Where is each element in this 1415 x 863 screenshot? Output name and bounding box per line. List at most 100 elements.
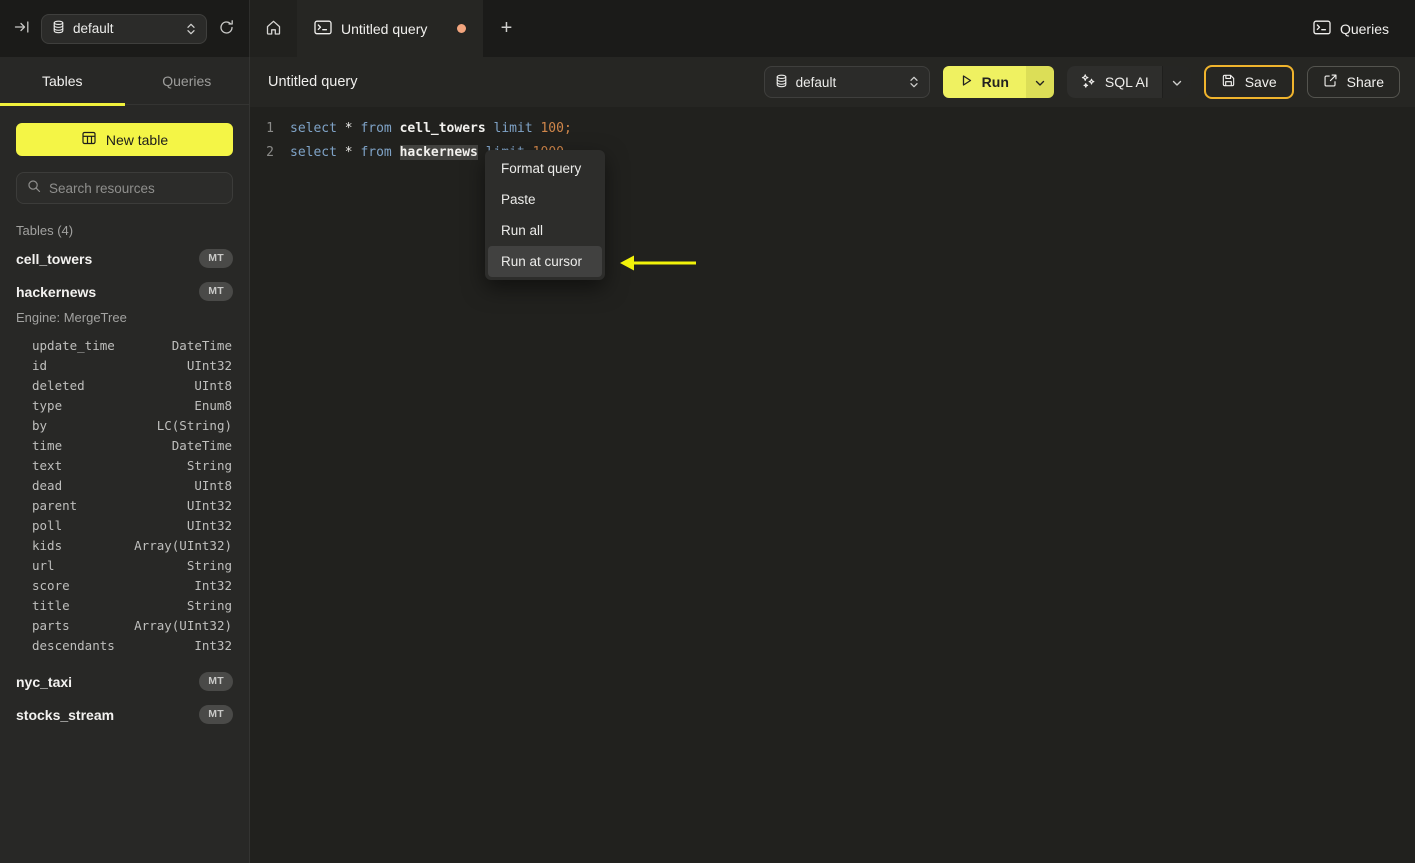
home-button[interactable] — [250, 0, 297, 57]
column-name: kids — [32, 537, 63, 553]
menu-item-format-query[interactable]: Format query — [488, 153, 602, 184]
save-button[interactable]: Save — [1203, 65, 1294, 99]
search-input[interactable] — [49, 180, 222, 196]
column-name: update_time — [32, 337, 115, 353]
database-selector-topbar[interactable]: default — [41, 13, 207, 44]
sql-ai-label: SQL AI — [1104, 74, 1149, 90]
chevron-up-down-icon — [909, 75, 919, 89]
column-row[interactable]: url String — [32, 555, 232, 575]
column-row[interactable]: type Enum8 — [32, 395, 232, 415]
column-name: score — [32, 577, 70, 593]
column-type: Array(UInt32) — [134, 537, 232, 553]
play-icon — [960, 74, 973, 90]
table-row-cell-towers[interactable]: cell_towers MT — [0, 242, 249, 275]
share-icon — [1323, 73, 1338, 91]
terminal-icon — [314, 20, 332, 38]
code-line[interactable]: 2select * from hackernews limit 1000 — [250, 140, 1415, 164]
column-type: DateTime — [171, 437, 232, 453]
code-line[interactable]: 1 select * from cell_towers limit 100; — [250, 116, 1415, 140]
sql-editor[interactable]: 1 select * from cell_towers limit 100; 2 se… — [250, 107, 1415, 863]
database-selector-value: default — [73, 21, 114, 36]
database-icon — [52, 20, 65, 37]
code-text: select * from cell_towers limit 100; — [290, 120, 572, 136]
chevron-up-down-icon — [186, 22, 196, 36]
column-name: title — [32, 597, 70, 613]
column-name: parts — [32, 617, 70, 633]
column-name: deleted — [32, 377, 85, 393]
run-button[interactable]: Run — [942, 66, 1026, 98]
engine-badge: MT — [199, 282, 233, 301]
column-row[interactable]: score Int32 — [32, 575, 232, 595]
table-grid-icon — [81, 130, 97, 149]
sql-ai-split-button: SQL AI — [1066, 66, 1191, 98]
column-type: String — [186, 557, 232, 573]
column-row[interactable]: deleted UInt8 — [32, 375, 232, 395]
menu-item-run-at-cursor[interactable]: Run at cursor — [488, 246, 602, 277]
line-number: 1 — [266, 120, 274, 136]
column-name: by — [32, 417, 48, 433]
column-row[interactable]: descendants Int32 — [32, 635, 232, 655]
tab-strip: Untitled query + — [250, 0, 1313, 57]
column-type: DateTime — [171, 337, 232, 353]
column-row[interactable]: dead UInt8 — [32, 475, 232, 495]
column-type: Array(UInt32) — [134, 617, 232, 633]
sidebar-tabs: Tables Queries — [0, 57, 250, 106]
chevron-down-icon — [1035, 75, 1045, 90]
table-row-stocks-stream[interactable]: stocks_stream MT — [0, 698, 249, 731]
column-name: type — [32, 397, 63, 413]
ai-sparkles-icon — [1080, 73, 1096, 92]
unsaved-changes-dot — [457, 24, 466, 33]
engine-label: Engine: MergeTree — [16, 310, 127, 325]
table-row-hackernews[interactable]: hackernews MT — [0, 275, 249, 308]
table-name: stocks_stream — [16, 706, 115, 723]
tab-untitled-query[interactable]: Untitled query — [297, 0, 483, 57]
column-row[interactable]: parts Array(UInt32) — [32, 615, 232, 635]
menu-item-paste[interactable]: Paste — [488, 184, 602, 215]
run-options-button[interactable] — [1025, 66, 1054, 98]
column-row[interactable]: update_time DateTime — [32, 335, 232, 355]
refresh-button[interactable] — [218, 19, 235, 39]
table-row-nyc-taxi[interactable]: nyc_taxi MT — [0, 665, 249, 698]
database-icon — [775, 74, 788, 91]
run-split-button: Run — [942, 66, 1054, 98]
column-type: UInt8 — [194, 477, 232, 493]
tables-section-header: Tables (4) — [16, 222, 74, 238]
column-row[interactable]: title String — [32, 595, 232, 615]
column-row[interactable]: kids Array(UInt32) — [32, 535, 232, 555]
sidebar-tab-tables[interactable]: Tables — [0, 57, 125, 106]
hackernews-columns: update_time DateTime id UInt32 deleted UInt8 t… — [0, 331, 249, 665]
menu-item-run-all[interactable]: Run all — [488, 215, 602, 246]
table-name: cell_towers — [16, 250, 93, 267]
column-row[interactable]: time DateTime — [32, 435, 232, 455]
column-row[interactable]: text String — [32, 455, 232, 475]
column-name: poll — [32, 517, 63, 533]
column-row[interactable]: id UInt32 — [32, 355, 232, 375]
queries-button[interactable]: Queries — [1313, 0, 1389, 57]
column-type: String — [186, 457, 232, 473]
sidebar-tab-queries[interactable]: Queries — [125, 57, 250, 104]
new-tab-button[interactable]: + — [483, 0, 530, 57]
collapse-sidebar-button[interactable] — [14, 19, 30, 38]
engine-badge: MT — [199, 705, 233, 724]
share-button-label: Share — [1346, 74, 1384, 90]
queries-button-label: Queries — [1339, 20, 1389, 37]
search-box — [16, 172, 233, 204]
query-title: Untitled query — [268, 74, 358, 90]
context-menu: Format query Paste Run all Run at cursor — [485, 150, 605, 280]
column-row[interactable]: by LC(String) — [32, 415, 232, 435]
column-row[interactable]: parent UInt32 — [32, 495, 232, 515]
share-button[interactable]: Share — [1306, 66, 1400, 98]
sidebar: Tables Queries New table Tables (4) cell… — [0, 57, 250, 863]
database-selector-toolbar[interactable]: default — [763, 66, 930, 98]
tab-title: Untitled query — [341, 20, 428, 37]
sql-ai-options-button[interactable] — [1161, 66, 1191, 98]
column-name: dead — [32, 477, 63, 493]
column-name: parent — [32, 497, 78, 513]
column-type: Int32 — [194, 637, 232, 653]
column-row[interactable]: poll UInt32 — [32, 515, 232, 535]
collapse-sidebar-icon — [14, 19, 30, 38]
save-button-label: Save — [1244, 74, 1277, 90]
sql-ai-button[interactable]: SQL AI — [1066, 66, 1162, 98]
refresh-icon — [218, 19, 235, 39]
new-table-button[interactable]: New table — [16, 123, 233, 156]
